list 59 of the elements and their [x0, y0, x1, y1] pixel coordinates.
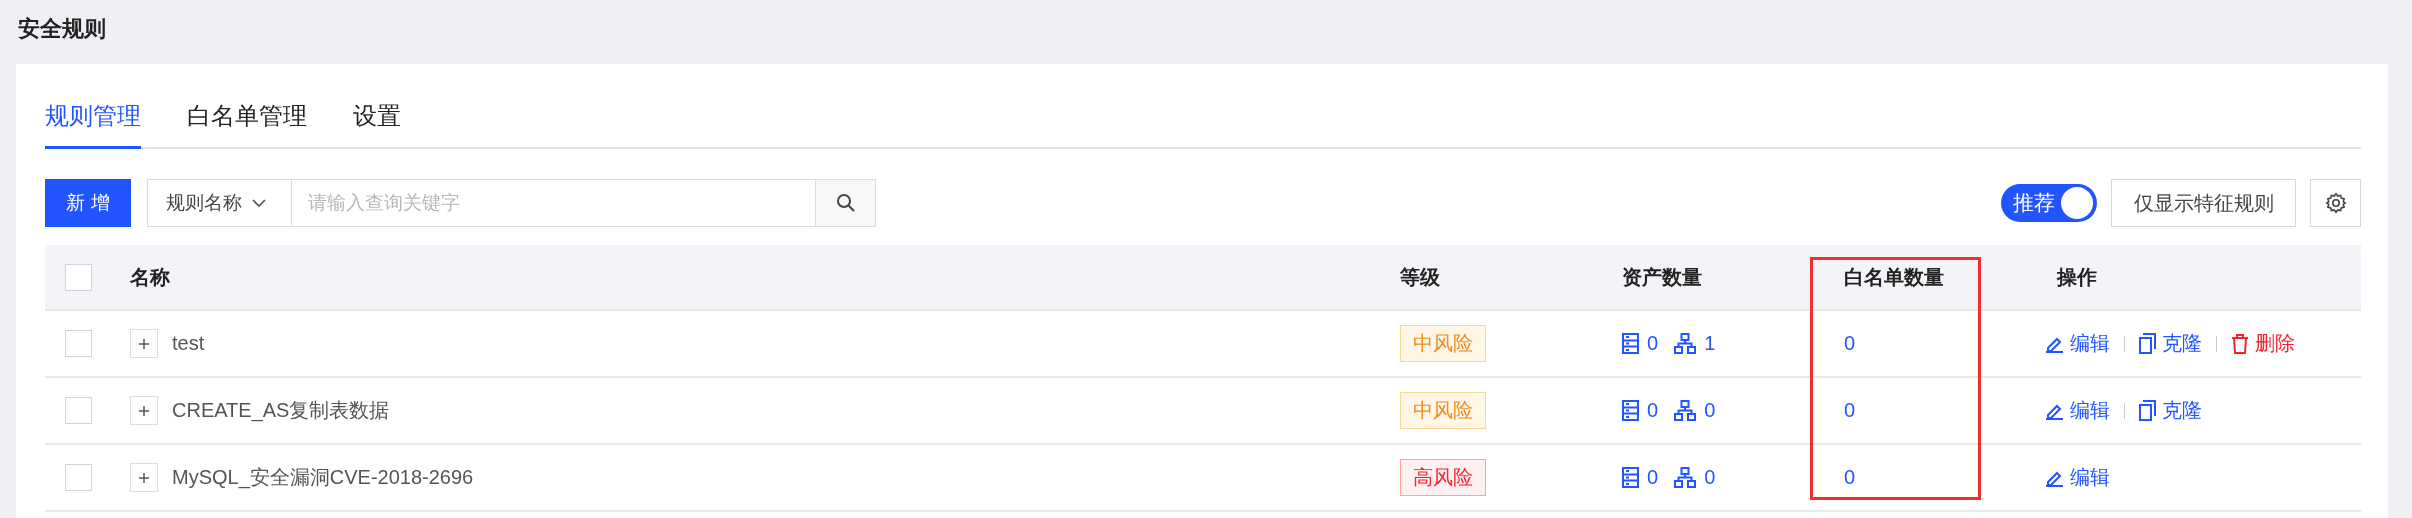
search-icon: [835, 193, 856, 213]
server-icon: [1622, 467, 1639, 488]
expand-button[interactable]: [130, 329, 158, 358]
plus-icon: [138, 471, 150, 484]
checkbox[interactable]: [65, 464, 92, 491]
tab[interactable]: 设置: [353, 100, 401, 149]
asset-count[interactable]: 0: [1704, 466, 1716, 489]
asset-count[interactable]: 0: [1647, 399, 1659, 422]
delete-link[interactable]: 删除: [2231, 330, 2295, 357]
column-header: 等级: [1400, 265, 1440, 288]
asset-count[interactable]: 0: [1704, 399, 1716, 422]
copy-icon: [2139, 400, 2156, 421]
plus-icon: [138, 404, 150, 417]
asset-count[interactable]: 1: [1704, 332, 1716, 355]
clone-link[interactable]: 克隆: [2139, 330, 2202, 357]
column-header: 资产数量: [1622, 265, 1702, 288]
risk-tag: 中风险: [1400, 325, 1486, 362]
recommend-toggle[interactable]: 推荐: [2001, 184, 2097, 222]
add-button[interactable]: 新 增: [45, 179, 131, 227]
caret-icon: [252, 198, 266, 208]
page-title: 安全规则: [17, 15, 107, 43]
server-icon: [1622, 400, 1639, 421]
asset-count[interactable]: 0: [1647, 332, 1659, 355]
rule-name: MySQL_安全漏洞CVE-2018-2696: [172, 465, 474, 491]
settings-icon: [2324, 192, 2347, 214]
expand-button[interactable]: [130, 396, 158, 425]
whitelist-count[interactable]: 0: [1832, 466, 1856, 488]
expand-button[interactable]: [130, 463, 158, 492]
hierarchy-icon: [1674, 467, 1697, 488]
tab[interactable]: 白名单管理: [187, 100, 307, 149]
edit-link[interactable]: 编辑: [2045, 464, 2110, 491]
edit-link[interactable]: 编辑: [2045, 397, 2110, 424]
plus-icon: [138, 337, 150, 350]
feature-rules-button[interactable]: 仅显示特征规则: [2111, 179, 2296, 227]
search-field[interactable]: 请输入查询关键字: [292, 179, 816, 227]
server-icon: [1622, 333, 1639, 354]
hierarchy-icon: [1674, 333, 1697, 354]
settings-button[interactable]: [2310, 179, 2361, 227]
rule-name: test: [172, 332, 205, 355]
column-header: 白名单数量: [1843, 265, 1944, 288]
whitelist-count[interactable]: 0: [1832, 399, 1856, 421]
copy-icon: [2139, 333, 2156, 354]
filter-dropdown[interactable]: 规则名称: [147, 179, 292, 227]
checkbox[interactable]: [65, 397, 92, 424]
rule-name: CREATE_AS复制表数据: [172, 398, 390, 424]
search-button[interactable]: [816, 179, 876, 227]
checkbox[interactable]: [65, 330, 92, 357]
column-header: 操作: [2055, 265, 2097, 288]
clone-link[interactable]: 克隆: [2139, 397, 2202, 424]
asset-count[interactable]: 0: [1647, 466, 1659, 489]
tab[interactable]: 规则管理: [45, 100, 141, 149]
trash-icon: [2231, 333, 2249, 354]
column-header: 名称: [130, 265, 170, 288]
edit-link[interactable]: 编辑: [2045, 330, 2110, 357]
risk-tag: 中风险: [1400, 392, 1486, 429]
whitelist-count[interactable]: 0: [1832, 332, 1856, 354]
hierarchy-icon: [1674, 400, 1697, 421]
risk-tag: 高风险: [1400, 459, 1486, 496]
checkbox[interactable]: [65, 263, 92, 291]
